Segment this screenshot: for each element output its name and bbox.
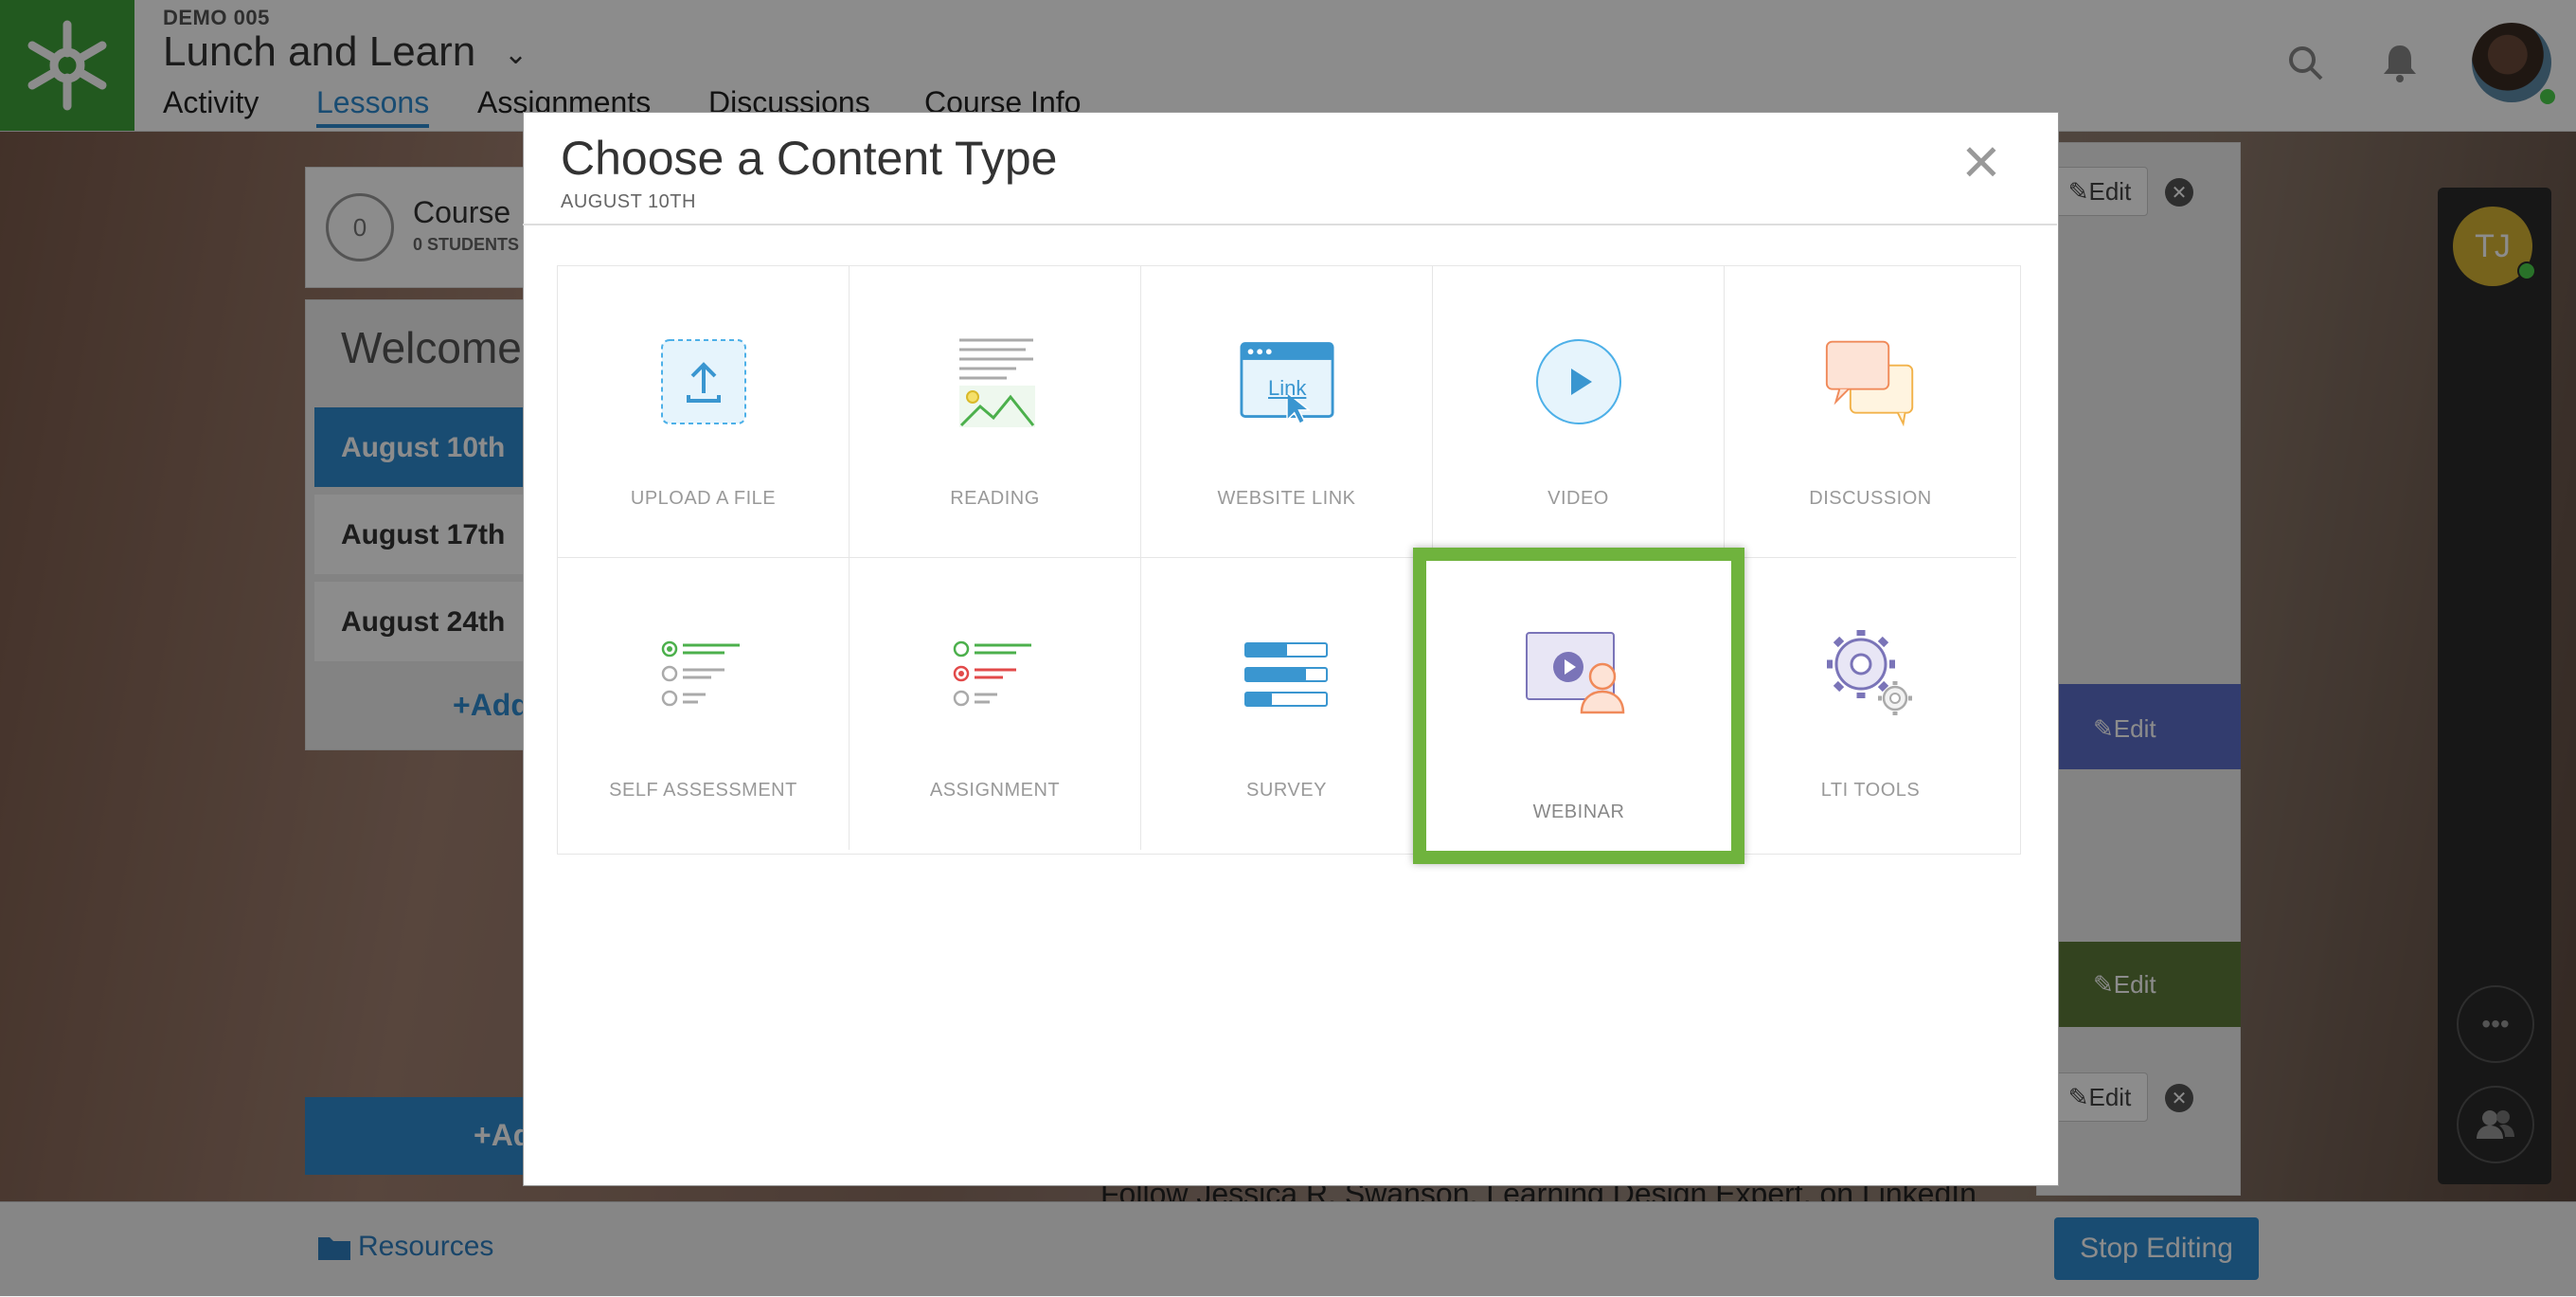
content-type-label: VIDEO (1547, 488, 1609, 509)
content-type-survey[interactable]: SURVEY (1141, 558, 1433, 850)
content-type-discussion[interactable]: DISCUSSION (1725, 266, 2016, 558)
content-type-label: UPLOAD A FILE (630, 488, 777, 509)
content-type-self-assessment[interactable]: SELF ASSESSMENT (558, 558, 850, 850)
content-type-label: WEBINAR (1532, 802, 1625, 822)
content-type-website-link[interactable]: Link WEBSITE LINK (1141, 266, 1433, 558)
content-type-label: ASSIGNMENT (929, 780, 1061, 801)
reading-icon (948, 334, 1043, 429)
content-type-label: DISCUSSION (1809, 488, 1932, 509)
content-type-reading[interactable]: READING (850, 266, 1141, 558)
content-type-label: WEBSITE LINK (1217, 488, 1356, 509)
self-assessment-icon (656, 626, 751, 721)
upload-icon (656, 334, 751, 429)
survey-icon (1240, 626, 1334, 721)
webinar-icon (1525, 629, 1629, 714)
modal-divider (523, 224, 2057, 225)
content-type-label: SELF ASSESSMENT (609, 780, 797, 801)
discussion-icon (1823, 334, 1918, 429)
assignment-icon (948, 626, 1043, 721)
content-type-grid: UPLOAD A FILE READING Link WEBSITE LINK … (557, 265, 2021, 855)
lti-tools-icon (1823, 626, 1918, 721)
content-type-label: READING (950, 488, 1040, 509)
video-icon (1531, 334, 1626, 429)
content-type-upload[interactable]: UPLOAD A FILE (558, 266, 850, 558)
content-type-lti-tools[interactable]: LTI TOOLS (1725, 558, 2016, 850)
content-type-label: LTI TOOLS (1820, 780, 1921, 801)
content-type-video[interactable]: VIDEO (1433, 266, 1725, 558)
content-type-label: SURVEY (1246, 780, 1327, 801)
link-icon: Link (1240, 334, 1334, 429)
modal-title: Choose a Content Type (561, 132, 1058, 185)
content-type-assignment[interactable]: ASSIGNMENT (850, 558, 1141, 850)
content-type-webinar[interactable]: WEBINAR (1413, 548, 1744, 864)
link-icon-text: Link (1268, 376, 1307, 400)
close-icon[interactable]: × (1951, 128, 2012, 194)
modal-subtitle: AUGUST 10TH (561, 191, 696, 212)
